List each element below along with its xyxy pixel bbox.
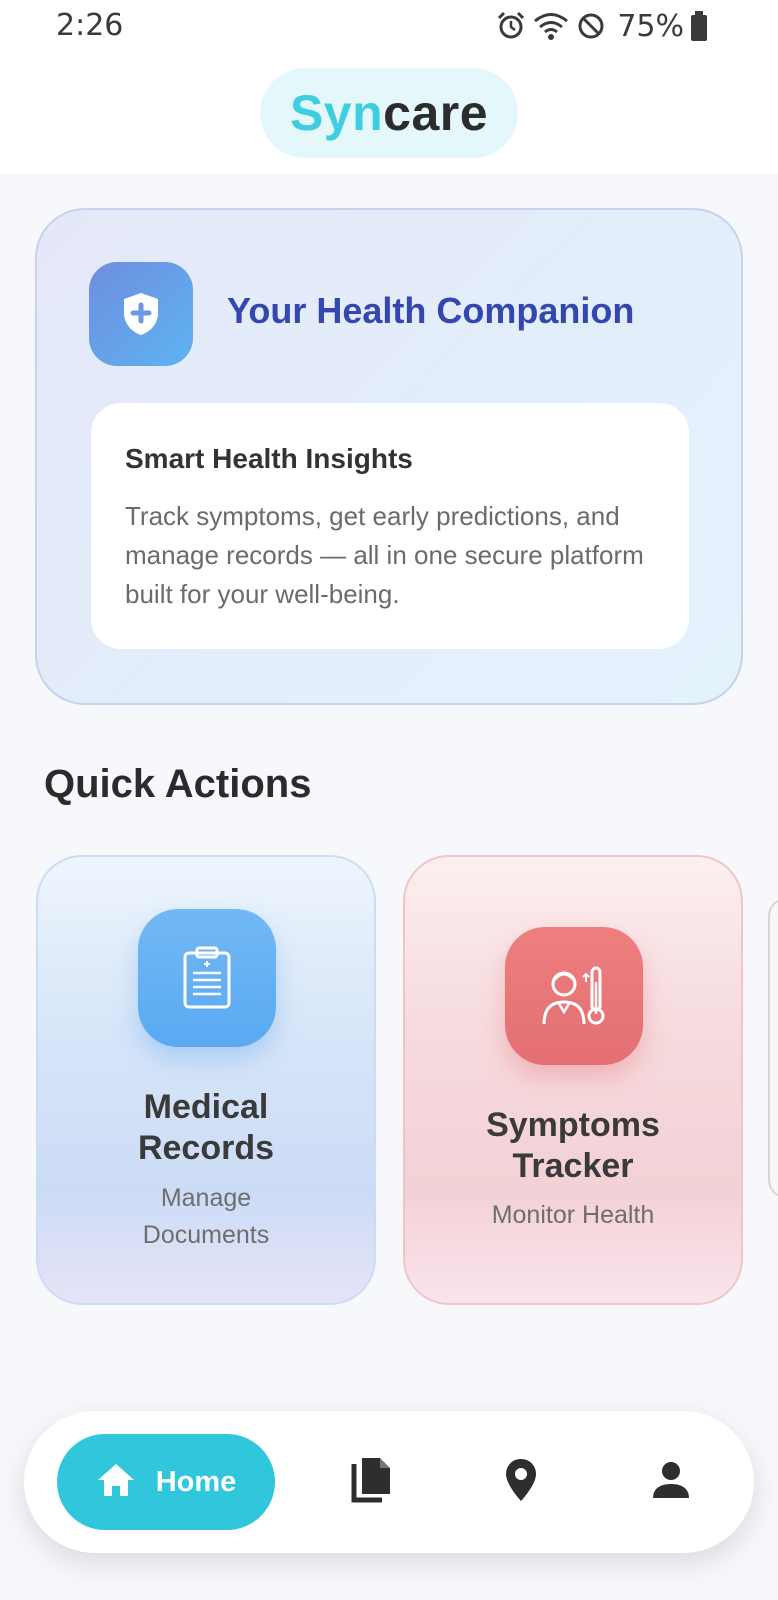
- next-card-peek[interactable]: [768, 898, 778, 1198]
- documents-icon: [350, 1456, 394, 1509]
- status-time: 2:26: [56, 8, 124, 43]
- logo-text-syn: Syn: [289, 85, 384, 141]
- clipboard-icon: [138, 909, 276, 1047]
- bottom-navigation: Home: [24, 1411, 754, 1553]
- alarm-icon: [495, 10, 527, 42]
- nav-home-label: Home: [155, 1465, 237, 1498]
- symptoms-tracker-card[interactable]: Symptoms Tracker Monitor Health: [403, 855, 743, 1305]
- nav-location-button[interactable]: [495, 1456, 547, 1508]
- nav-home-button[interactable]: Home: [57, 1434, 275, 1530]
- title-line: Tracker: [512, 1147, 634, 1185]
- location-pin-icon: [504, 1457, 538, 1508]
- medical-records-subtitle: Manage Documents: [38, 1180, 374, 1254]
- subtitle-line: Documents: [142, 1221, 270, 1249]
- person-icon: [651, 1460, 691, 1505]
- quick-actions-title: Quick Actions: [44, 762, 312, 806]
- status-icons: 75%: [495, 6, 708, 46]
- nav-documents-button[interactable]: [346, 1456, 398, 1508]
- symptoms-tracker-title: Symptoms Tracker: [405, 1105, 741, 1187]
- battery-icon: [690, 11, 708, 41]
- title-line: Medical: [143, 1088, 269, 1126]
- logo-text-care: care: [383, 85, 489, 141]
- wifi-icon: [533, 10, 569, 42]
- medical-records-card[interactable]: Medical Records Manage Documents: [36, 855, 376, 1305]
- do-not-disturb-icon: [575, 10, 607, 42]
- battery-percent: 75%: [617, 8, 684, 44]
- medical-records-title: Medical Records: [38, 1087, 374, 1169]
- health-companion-card: Your Health Companion Smart Health Insig…: [35, 208, 743, 705]
- insights-body: Track symptoms, get early predictions, a…: [125, 501, 644, 609]
- shield-plus-icon: [89, 262, 193, 366]
- title-line: Symptoms: [486, 1106, 660, 1144]
- symptoms-tracker-subtitle: Monitor Health: [491, 1201, 655, 1229]
- subtitle-line: Manage: [160, 1184, 252, 1212]
- insights-title: Smart Health Insights: [125, 443, 413, 474]
- app-logo: Syn care: [260, 68, 518, 158]
- insights-card: Smart Health Insights Track symptoms, ge…: [91, 403, 689, 649]
- hero-title: Your Health Companion: [227, 290, 635, 331]
- patient-thermometer-icon: [505, 927, 643, 1065]
- app-header: Syn care: [0, 56, 778, 173]
- title-line: Records: [137, 1129, 275, 1167]
- home-icon: [96, 1462, 136, 1503]
- status-bar: 2:26 75%: [0, 0, 778, 56]
- nav-profile-button[interactable]: [645, 1456, 697, 1508]
